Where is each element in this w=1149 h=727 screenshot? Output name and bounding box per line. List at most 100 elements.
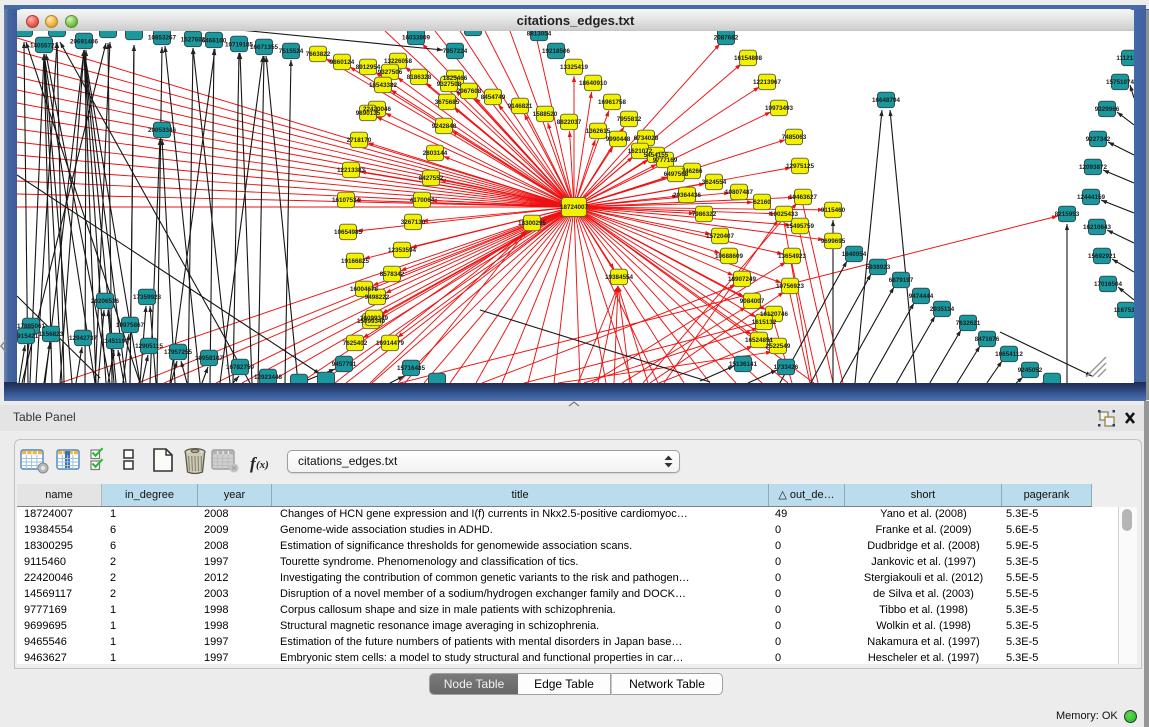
svg-text:1733426: 1733426	[774, 364, 799, 371]
svg-text:19463627: 19463627	[789, 194, 818, 201]
svg-text:19166825: 19166825	[341, 258, 370, 265]
svg-text:62160: 62160	[753, 199, 771, 206]
svg-text:18640910: 18640910	[579, 80, 608, 87]
svg-text:9777169: 9777169	[653, 157, 678, 164]
svg-text:20364436: 20364436	[673, 192, 702, 199]
svg-text:9146821: 9146821	[508, 103, 533, 110]
svg-text:1588520: 1588520	[533, 111, 558, 118]
svg-text:12444159: 12444159	[1077, 194, 1106, 201]
svg-text:12923448: 12923448	[254, 374, 283, 381]
svg-text:9699695: 9699695	[821, 238, 846, 245]
svg-text:12942737: 12942737	[69, 335, 98, 342]
svg-text:12213967: 12213967	[753, 79, 782, 86]
svg-text:9084007: 9084007	[740, 298, 765, 305]
svg-text:11451194: 11451194	[101, 338, 129, 345]
svg-text:17885061: 17885061	[17, 323, 45, 330]
svg-text:12213383: 12213383	[337, 167, 366, 174]
svg-text:15720407: 15720407	[706, 233, 735, 240]
svg-text:16033809: 16033809	[402, 35, 431, 42]
svg-text:10853267: 10853267	[148, 35, 177, 42]
svg-text:16154808: 16154808	[734, 55, 763, 62]
svg-text:1167534: 1167534	[1114, 307, 1134, 314]
svg-text:9457791: 9457791	[332, 361, 357, 368]
svg-text:3267130: 3267130	[401, 219, 426, 226]
svg-text:9327508: 9327508	[437, 81, 462, 88]
svg-text:9474444: 9474444	[909, 293, 934, 300]
svg-text:9327506: 9327506	[378, 69, 403, 76]
svg-text:18300295: 18300295	[518, 220, 547, 227]
svg-text:7986322: 7986322	[692, 211, 717, 218]
svg-text:11121312: 11121312	[1116, 55, 1134, 62]
svg-text:8215953: 8215953	[1055, 211, 1080, 218]
svg-text:7632621: 7632621	[956, 320, 981, 327]
svg-text:12905115: 12905115	[135, 343, 163, 350]
svg-text:12093872: 12093872	[1079, 164, 1108, 171]
svg-text:17957255: 17957255	[164, 349, 193, 356]
svg-text:16671355: 16671355	[250, 44, 279, 51]
svg-text:3915421: 3915421	[17, 333, 39, 340]
svg-text:7515524: 7515524	[279, 48, 304, 55]
svg-text:17016504: 17016504	[1094, 281, 1123, 288]
svg-text:13325419: 13325419	[560, 64, 589, 71]
svg-text:2935114: 2935114	[930, 306, 955, 313]
svg-text:5938923: 5938923	[866, 264, 891, 271]
svg-text:2087682: 2087682	[714, 35, 739, 42]
svg-text:3675685: 3675685	[435, 99, 460, 106]
svg-text:9227342: 9227342	[1086, 136, 1111, 143]
svg-text:9242848: 9242848	[432, 123, 457, 130]
svg-text:8813054: 8813054	[527, 31, 552, 38]
svg-text:7663822: 7663822	[306, 51, 331, 58]
svg-text:8186328: 8186328	[407, 74, 432, 81]
svg-text:9329966: 9329966	[1095, 106, 1120, 113]
svg-text:1640954: 1640954	[842, 251, 867, 258]
svg-text:9498222: 9498222	[365, 294, 390, 301]
svg-text:17359928: 17359928	[133, 294, 162, 301]
svg-text:15692921: 15692921	[1088, 253, 1117, 260]
svg-text:10025433: 10025433	[770, 211, 799, 218]
svg-text:9890135: 9890135	[356, 110, 381, 117]
svg-text:10654985: 10654985	[334, 229, 363, 236]
svg-text:16210643: 16210643	[1083, 224, 1112, 231]
svg-text:10975867: 10975867	[116, 322, 145, 329]
svg-text:9860124: 9860124	[330, 59, 355, 66]
svg-text:1615132: 1615132	[752, 319, 777, 326]
svg-text:2803144: 2803144	[423, 150, 448, 157]
svg-text:6879197: 6879197	[889, 277, 914, 284]
svg-text:4170064: 4170064	[410, 197, 435, 204]
svg-text:9990448: 9990448	[606, 136, 631, 143]
svg-text:15136141: 15136141	[729, 361, 758, 368]
svg-text:16099349: 16099349	[360, 315, 389, 322]
svg-text:19384554: 19384554	[605, 274, 634, 281]
svg-text:16782759: 16782759	[226, 364, 255, 371]
svg-text:16120746: 16120746	[760, 311, 789, 318]
svg-text:8471676: 8471676	[975, 336, 1000, 343]
svg-text:10807487: 10807487	[725, 189, 754, 196]
svg-text:19218506: 19218506	[542, 48, 571, 55]
svg-text:8454749: 8454749	[481, 94, 506, 101]
svg-text:10654112: 10654112	[995, 351, 1023, 358]
svg-text:8427552: 8427552	[419, 175, 444, 182]
svg-text:16543382: 16543382	[369, 82, 398, 89]
svg-text:20691406: 20691406	[70, 39, 99, 46]
svg-text:10958107: 10958107	[195, 355, 224, 362]
svg-text:8578342: 8578342	[380, 271, 405, 278]
svg-text:7485063: 7485063	[782, 134, 807, 141]
svg-text:10688609: 10688609	[715, 253, 744, 260]
svg-text:2967608: 2967608	[457, 88, 482, 95]
svg-text:15716485: 15716485	[397, 365, 426, 372]
svg-text:1362615: 1362615	[586, 128, 611, 135]
svg-text:12975125: 12975125	[786, 163, 815, 170]
svg-text:10973493: 10973493	[765, 105, 794, 112]
svg-text:20206536: 20206536	[91, 298, 120, 305]
svg-text:16107534: 16107534	[332, 197, 361, 204]
svg-text:20053346: 20053346	[148, 127, 177, 134]
svg-text:14055721: 14055721	[30, 43, 59, 50]
svg-text:7625402: 7625402	[343, 340, 368, 347]
svg-text:13226058: 13226058	[384, 58, 413, 65]
svg-text:15495759: 15495759	[786, 223, 815, 230]
svg-text:6497568: 6497568	[664, 171, 689, 178]
svg-text:15751074: 15751074	[1106, 79, 1134, 86]
svg-text:16004678: 16004678	[350, 286, 379, 293]
svg-text:1156823: 1156823	[39, 331, 64, 338]
svg-text:8822037: 8822037	[557, 119, 582, 126]
